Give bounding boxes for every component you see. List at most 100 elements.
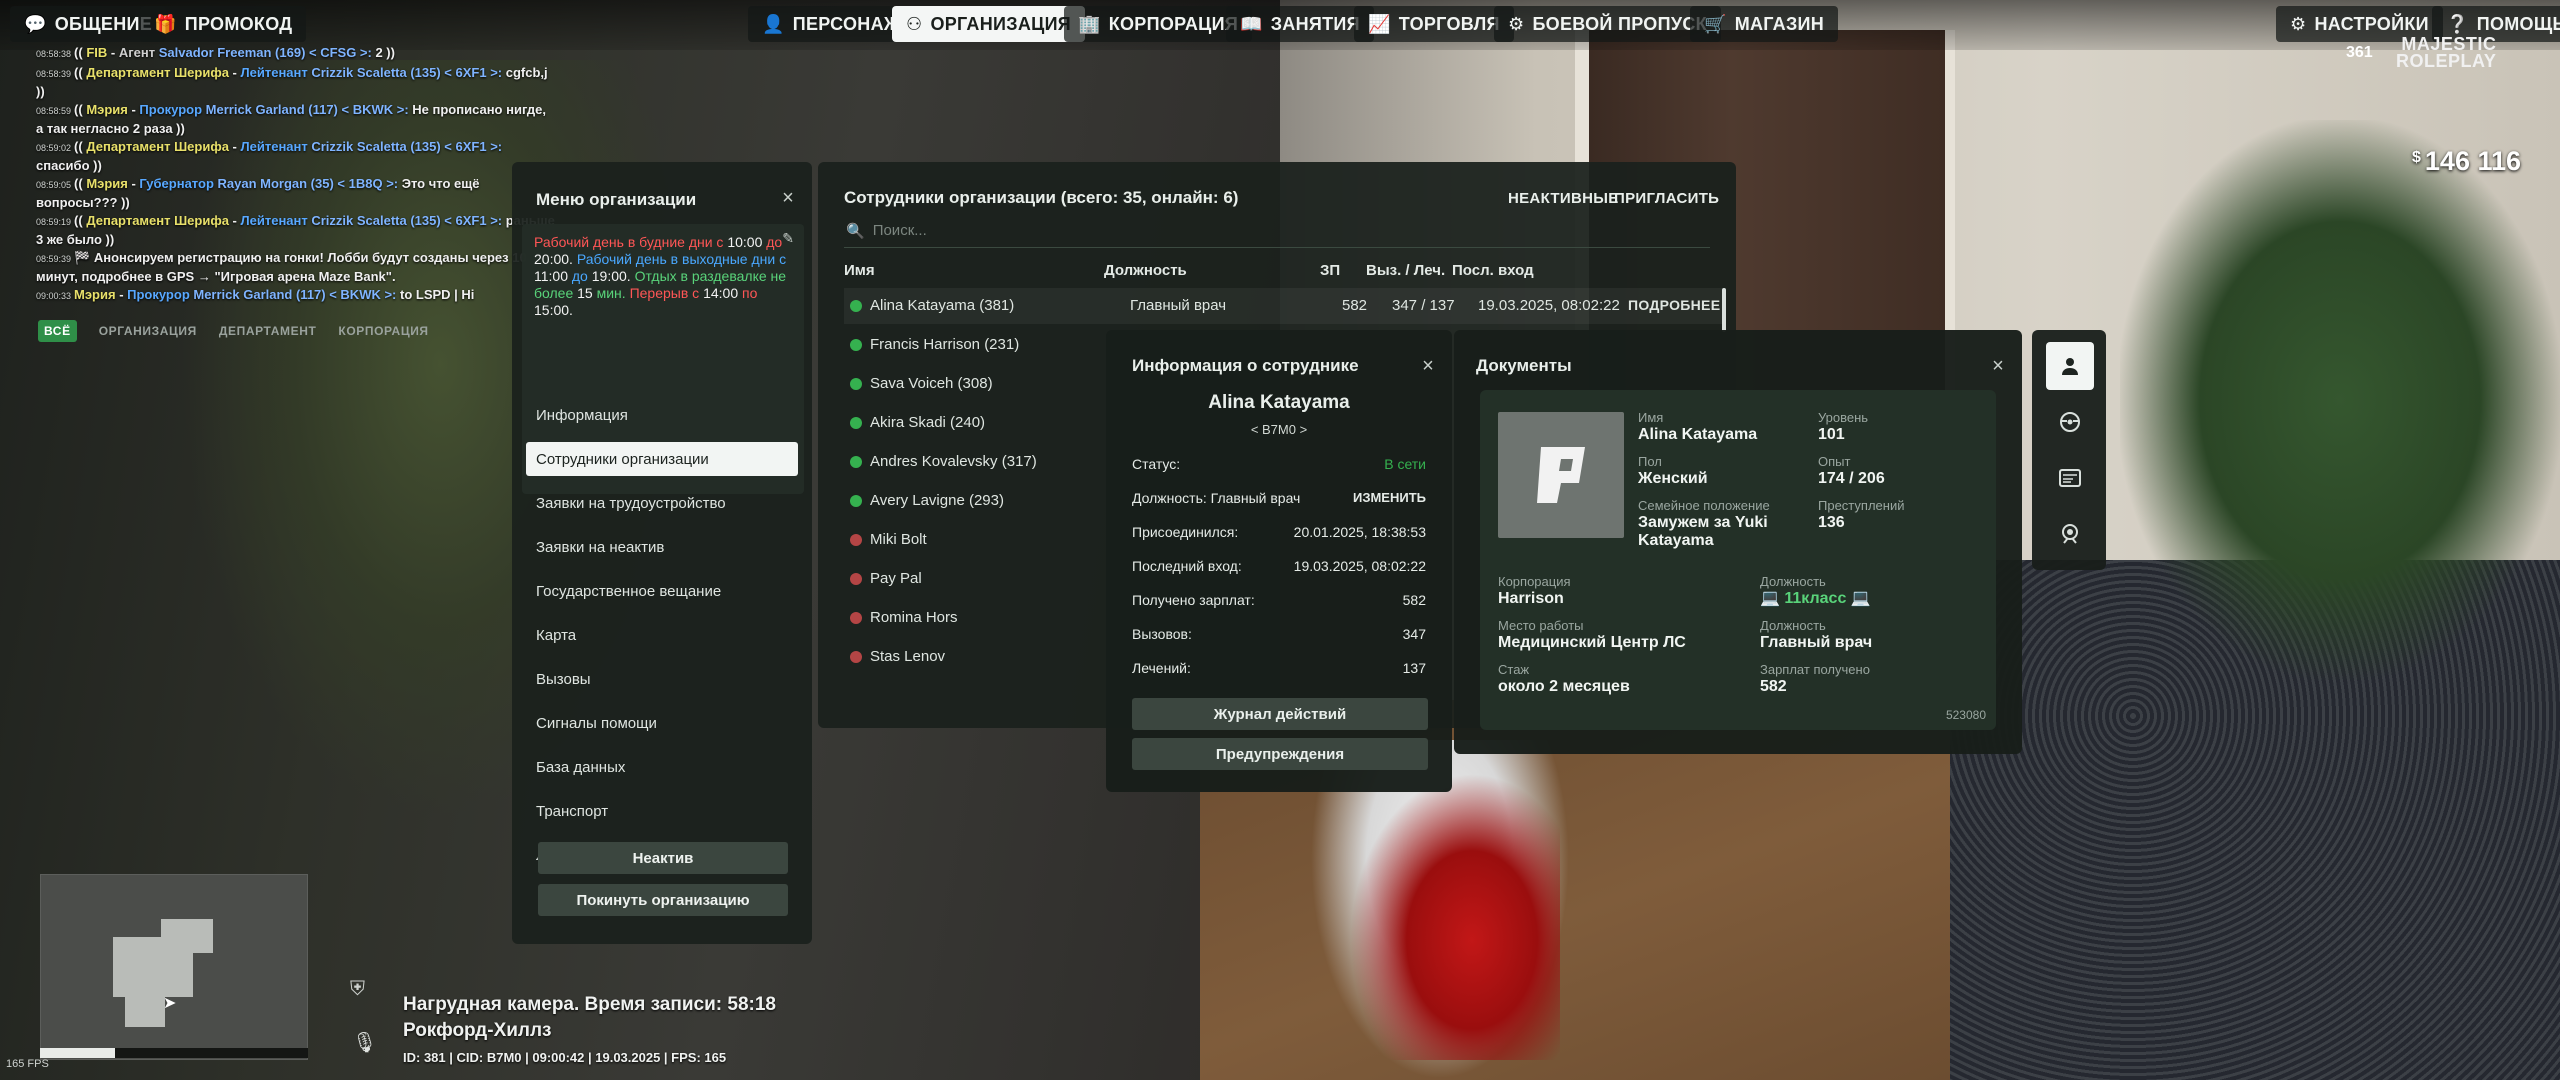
chart-icon: 📈 xyxy=(1368,13,1391,34)
chat-tab-corporation[interactable]: КОРПОРАЦИЯ xyxy=(338,324,428,338)
chat-text: Лейтенант xyxy=(240,213,312,228)
schedule-fragment: 15 xyxy=(577,285,597,301)
employee-info-panel: Информация о сотруднике × Alina Katayama… xyxy=(1106,330,1452,792)
chat-text: - xyxy=(127,176,140,191)
doc-crimes: 136 xyxy=(1818,514,1845,531)
doc-corporation: Harrison xyxy=(1498,590,1564,607)
nav-battlepass-button[interactable]: ⚙ БОЕВОЙ ПРОПУСК xyxy=(1494,6,1721,42)
menu-item[interactable]: Заявки на трудоустройство xyxy=(526,486,798,520)
scrollbar[interactable] xyxy=(1722,288,1726,332)
documents-panel: Документы × Имя Alina Katayama Уровень 1… xyxy=(1454,330,2022,754)
info-close-icon[interactable]: × xyxy=(1418,356,1438,376)
chat-line: 08:59:19(( Департамент Шерифа - Лейтенан… xyxy=(36,212,556,248)
employee-search-input[interactable]: 🔍 Поиск... xyxy=(844,214,1710,248)
chat-text: FIB xyxy=(86,45,108,60)
chat-line: 08:59:39 🏁 Анонсируем регистрацию на гонк… xyxy=(36,249,556,285)
inactive-filter-button[interactable]: НЕАКТИВНЫЕ xyxy=(1508,190,1619,207)
employee-name: Romina Hors xyxy=(870,609,958,626)
nav-character-button[interactable]: 👤 ПЕРСОНАЖ xyxy=(748,6,915,42)
heals-row: Лечений: 137 xyxy=(1132,660,1426,676)
col-calls: Выз. / Леч. xyxy=(1366,262,1446,279)
chat-tab-department[interactable]: ДЕПАРТАМЕНТ xyxy=(219,324,317,338)
chat-tab-organization[interactable]: ОРГАНИЗАЦИЯ xyxy=(99,324,197,338)
nav-promo-button[interactable]: 🎁 ПРОМОКОД xyxy=(140,6,307,42)
offline-status-icon xyxy=(850,534,862,546)
server-logo: MAJESTIC ROLEPLAY xyxy=(2396,34,2497,71)
menu-item[interactable]: Государственное вещание xyxy=(526,574,798,608)
license-icon[interactable] xyxy=(2046,510,2094,558)
nav-corporation-button[interactable]: 🏢 КОРПОРАЦИЯ xyxy=(1064,6,1253,42)
chat-tab-all[interactable]: ВСЁ xyxy=(38,320,77,342)
employee-name: Pay Pal xyxy=(870,570,922,587)
menu-item[interactable]: Заявки на неактив xyxy=(526,530,798,564)
employee-name: Andres Kovalevsky (317) xyxy=(870,453,1037,470)
chat-text: Salvador Freeman (169) < CFSG >: xyxy=(158,45,376,60)
chat-text: Губернатор xyxy=(139,176,218,191)
menu-item[interactable]: Транспорт xyxy=(526,794,798,828)
doc-tenure: около 2 месяцев xyxy=(1498,678,1630,695)
chat-line: 08:58:38(( FIB - Агент Salvador Freeman … xyxy=(36,44,556,63)
nav-activities-button[interactable]: 📖 ЗАНЯТИЯ xyxy=(1226,6,1374,42)
offline-status-icon xyxy=(850,573,862,585)
chat-text: Лейтенант xyxy=(240,139,312,154)
chat-text: Crizzik Scaletta (135) < 6XF1 >: xyxy=(311,65,506,80)
chat-timestamp: 08:58:38 xyxy=(36,49,72,59)
chat-text: - xyxy=(228,213,241,228)
employee-name: Avery Lavigne (293) xyxy=(870,492,1004,509)
minimap: ➤ xyxy=(40,874,308,1060)
online-status-icon xyxy=(850,300,862,312)
chat-text: - xyxy=(107,45,119,60)
change-position-button[interactable]: ИЗМЕНИТЬ xyxy=(1353,490,1426,505)
offline-status-icon xyxy=(850,612,862,624)
last-login-row: Последний вход: 19.03.2025, 08:02:22 xyxy=(1132,558,1426,574)
schedule-text: Рабочий день в будние дни с 10:00 до 20:… xyxy=(534,234,792,319)
documents-title: Документы xyxy=(1476,356,1572,375)
schedule-fragment: Рабочий день в будние дни с xyxy=(534,234,728,250)
nav-organization-button[interactable]: ⚇ ОРГАНИЗАЦИЯ xyxy=(892,6,1086,42)
leave-organization-button[interactable]: Покинуть организацию xyxy=(538,884,788,916)
doc-level: 101 xyxy=(1818,426,1845,443)
menu-item[interactable]: Карта xyxy=(526,618,798,652)
org-icon: ⚇ xyxy=(906,13,923,34)
area-name: Рокфорд-Хиллз xyxy=(403,1020,552,1041)
salary-row: Получено зарплат: 582 xyxy=(1132,592,1426,608)
user-icon: 👤 xyxy=(762,13,785,34)
id-card: Имя Alina Katayama Уровень 101 Пол Женск… xyxy=(1480,390,1996,730)
schedule-fragment: мин. xyxy=(596,285,630,301)
warnings-button[interactable]: Предупреждения xyxy=(1132,738,1428,770)
employee-row[interactable]: Alina Katayama (381) Главный врач 582 347 /… xyxy=(844,288,1724,324)
chat-timestamp: 08:59:39 xyxy=(36,254,72,264)
menu-item[interactable]: Сотрудники организации xyxy=(526,442,798,476)
chat-text: Мэрия xyxy=(86,102,128,117)
invite-button[interactable]: ПРИГЛАСИТЬ xyxy=(1614,190,1719,207)
action-log-button[interactable]: Журнал действий xyxy=(1132,698,1428,730)
nav-trade-button[interactable]: 📈 ТОРГОВЛЯ xyxy=(1354,6,1514,42)
book-icon: 📖 xyxy=(1240,13,1263,34)
chat-text: (( xyxy=(74,102,87,117)
doc-workplace: Медицинский Центр ЛС xyxy=(1498,634,1686,651)
chat-tabs: ВСЁ ОРГАНИЗАЦИЯ ДЕПАРТАМЕНТ КОРПОРАЦИЯ xyxy=(38,320,429,342)
person-icon[interactable] xyxy=(2046,342,2094,390)
menu-item[interactable]: База данных xyxy=(526,750,798,784)
steering-wheel-icon[interactable] xyxy=(2046,398,2094,446)
chat-timestamp: 08:59:19 xyxy=(36,217,72,227)
card-icon[interactable] xyxy=(2046,454,2094,502)
employee-name: Alina Katayama xyxy=(1208,392,1350,413)
calls-row: Вызовов: 347 xyxy=(1132,626,1426,642)
chat-text: - xyxy=(228,139,241,154)
server-logo-icon xyxy=(1537,447,1585,503)
menu-close-icon[interactable]: × xyxy=(778,188,798,208)
edit-icon[interactable]: ✎ xyxy=(782,230,794,247)
nav-shop-button[interactable]: 🛒 МАГАЗИН xyxy=(1690,6,1839,42)
money-display: $146 116 xyxy=(2412,146,2522,176)
inactive-button[interactable]: Неактив xyxy=(538,842,788,874)
menu-item[interactable]: Сигналы помощи xyxy=(526,706,798,740)
menu-item[interactable]: Информация xyxy=(526,398,798,432)
organization-menu-panel: Меню организации × ✎ Рабочий день в будн… xyxy=(512,162,812,944)
doc-gender: Женский xyxy=(1638,470,1708,487)
documents-close-icon[interactable]: × xyxy=(1988,356,2008,376)
chat-text: Департамент Шерифа xyxy=(86,65,229,80)
details-button[interactable]: ПОДРОБНЕЕ xyxy=(1628,297,1720,313)
menu-item[interactable]: Вызовы xyxy=(526,662,798,696)
chat-text: Мэрия xyxy=(74,287,116,302)
